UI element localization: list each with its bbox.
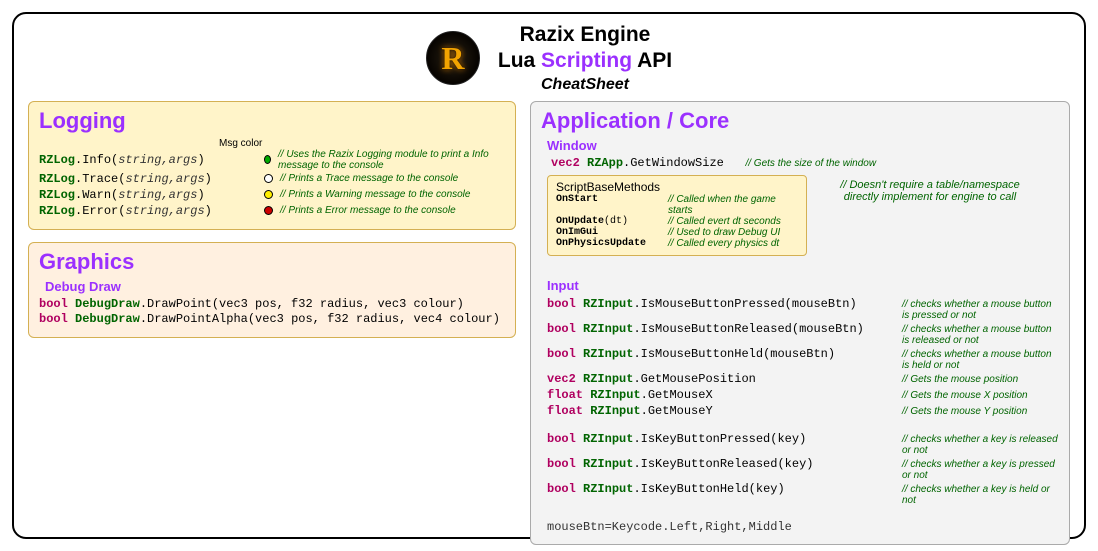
graphics-title: Graphics [39, 249, 505, 275]
input-api-row: bool RZInput.IsKeyButtonReleased(key)// … [547, 456, 1059, 481]
comment: // Prints a Trace message to the console [280, 173, 458, 184]
api-signature: bool DebugDraw.DrawPointAlpha(vec3 pos, … [39, 312, 505, 326]
input-mouse-rows: bool RZInput.IsMouseButtonPressed(mouseB… [547, 296, 1059, 419]
input-api-row: bool RZInput.IsMouseButtonReleased(mouse… [547, 321, 1059, 346]
app-title: Application / Core [541, 108, 1059, 134]
comment: // Gets the mouse X position [902, 390, 1028, 401]
comment: // Gets the mouse position [902, 374, 1018, 385]
api-signature: vec2 RZInput.GetMousePosition [547, 372, 902, 386]
title-line3: CheatSheet [498, 75, 672, 95]
comment: // Uses the Razix Logging module to prin… [278, 149, 505, 171]
graphics-lines: bool DebugDraw.DrawPoint(vec3 pos, f32 r… [39, 297, 505, 326]
script-method-row: OnStart// Called when the game starts [556, 194, 798, 216]
script-method-row: OnUpdate(dt)// Called evert dt seconds [556, 216, 798, 227]
logging-row: RZLog.Trace(string,args) // Prints a Trac… [39, 171, 505, 187]
title-line2: Lua Scripting API [498, 48, 672, 74]
razix-logo-icon: R [426, 31, 480, 85]
input-api-row: float RZInput.GetMouseX// Gets the mouse… [547, 387, 1059, 403]
input-api-row: bool RZInput.IsMouseButtonHeld(mouseBtn)… [547, 346, 1059, 371]
input-sub: Input [547, 278, 1059, 293]
api-signature: bool DebugDraw.DrawPoint(vec3 pos, f32 r… [39, 297, 505, 311]
msg-color-dot [264, 190, 273, 199]
comment: // Prints a Error message to the console [280, 205, 456, 216]
msg-color-dot [264, 174, 273, 183]
comment: // checks whether a key is pressed or no… [902, 459, 1059, 481]
logging-title: Logging [39, 108, 505, 134]
script-method-row: OnImGui// Used to draw Debug UI [556, 227, 798, 238]
input-api-row: vec2 RZInput.GetMousePosition// Gets the… [547, 371, 1059, 387]
comment: // checks whether a key is held or not [902, 484, 1059, 506]
comment: // Prints a Warning message to the conso… [280, 189, 470, 200]
api-signature: float RZInput.GetMouseX [547, 388, 902, 402]
logging-row: RZLog.Error(string,args) // Prints a Erro… [39, 203, 505, 219]
script-base-box: ScriptBaseMethods OnStart// Called when … [547, 175, 807, 256]
title-block: Razix Engine Lua Scripting API CheatShee… [498, 22, 672, 95]
api-signature: RZLog.Info(string,args) [39, 153, 257, 167]
right-column: Application / Core Window vec2 RZApp.Get… [530, 101, 1070, 545]
msg-color-dot [264, 206, 273, 215]
logging-row: RZLog.Info(string,args) // Uses the Razix… [39, 149, 505, 171]
script-legend: ScriptBaseMethods [556, 180, 660, 194]
input-note: mouseBtn=Keycode.Left,Right,Middle [547, 520, 1059, 534]
logging-rows: RZLog.Info(string,args) // Uses the Razix… [39, 149, 505, 219]
input-api-row: bool RZInput.IsKeyButtonHeld(key)// chec… [547, 481, 1059, 506]
columns: Logging Msg color RZLog.Info(string,args… [28, 101, 1070, 545]
api-signature: RZLog.Trace(string,args) [39, 172, 257, 186]
input-api-row: bool RZInput.IsMouseButtonPressed(mouseB… [547, 296, 1059, 321]
input-api-row: float RZInput.GetMouseY// Gets the mouse… [547, 403, 1059, 419]
title-bar: R Razix Engine Lua Scripting API CheatSh… [28, 22, 1070, 95]
api-signature: bool RZInput.IsKeyButtonHeld(key) [547, 482, 902, 496]
msg-color-label: Msg color [219, 138, 685, 149]
comment: // checks whether a mouse button is rele… [902, 324, 1059, 346]
script-block: ScriptBaseMethods OnStart// Called when … [541, 171, 1059, 256]
cheatsheet-frame: R Razix Engine Lua Scripting API CheatSh… [12, 12, 1086, 539]
api-signature: RZLog.Error(string,args) [39, 204, 257, 218]
comment: // Gets the mouse Y position [902, 406, 1027, 417]
title-line2-pre: Lua [498, 49, 541, 72]
app-panel: Application / Core Window vec2 RZApp.Get… [530, 101, 1070, 545]
window-line: vec2 RZApp.GetWindowSize // Gets the siz… [551, 156, 1059, 170]
graphics-sub: Debug Draw [45, 279, 505, 294]
api-signature: float RZInput.GetMouseY [547, 404, 902, 418]
left-column: Logging Msg color RZLog.Info(string,args… [28, 101, 516, 545]
logging-row: RZLog.Warn(string,args) // Prints a Warni… [39, 187, 505, 203]
comment: // checks whether a key is released or n… [902, 434, 1059, 456]
input-api-row: bool RZInput.IsKeyButtonPressed(key)// c… [547, 431, 1059, 456]
script-note: // Doesn't require a table/namespace dir… [825, 179, 1035, 203]
comment: // Gets the size of the window [745, 158, 876, 169]
input-block: Input bool RZInput.IsMouseButtonPressed(… [541, 278, 1059, 534]
title-line2-post: API [632, 49, 672, 72]
input-key-rows: bool RZInput.IsKeyButtonPressed(key)// c… [547, 431, 1059, 506]
api-signature: bool RZInput.IsKeyButtonReleased(key) [547, 457, 902, 471]
api-signature: bool RZInput.IsMouseButtonReleased(mouse… [547, 322, 902, 336]
api-signature: RZLog.Warn(string,args) [39, 188, 257, 202]
comment: // checks whether a mouse button is held… [902, 349, 1059, 371]
method-name: GetWindowSize [630, 156, 724, 170]
api-signature: bool RZInput.IsMouseButtonPressed(mouseB… [547, 297, 902, 311]
api-signature: bool RZInput.IsKeyButtonPressed(key) [547, 432, 902, 446]
return-type: vec2 [551, 156, 580, 170]
graphics-panel: Graphics Debug Draw bool DebugDraw.DrawP… [28, 242, 516, 338]
script-method-row: OnPhysicsUpdate// Called every physics d… [556, 238, 798, 249]
namespace: RZApp [587, 156, 623, 170]
comment: // checks whether a mouse button is pres… [902, 299, 1059, 321]
msg-color-dot [264, 155, 271, 164]
script-rows: OnStart// Called when the game startsOnU… [556, 194, 798, 249]
title-accent: Scripting [541, 49, 632, 72]
api-signature: bool RZInput.IsMouseButtonHeld(mouseBtn) [547, 347, 902, 361]
logging-panel: Logging Msg color RZLog.Info(string,args… [28, 101, 516, 230]
title-line1: Razix Engine [498, 22, 672, 48]
